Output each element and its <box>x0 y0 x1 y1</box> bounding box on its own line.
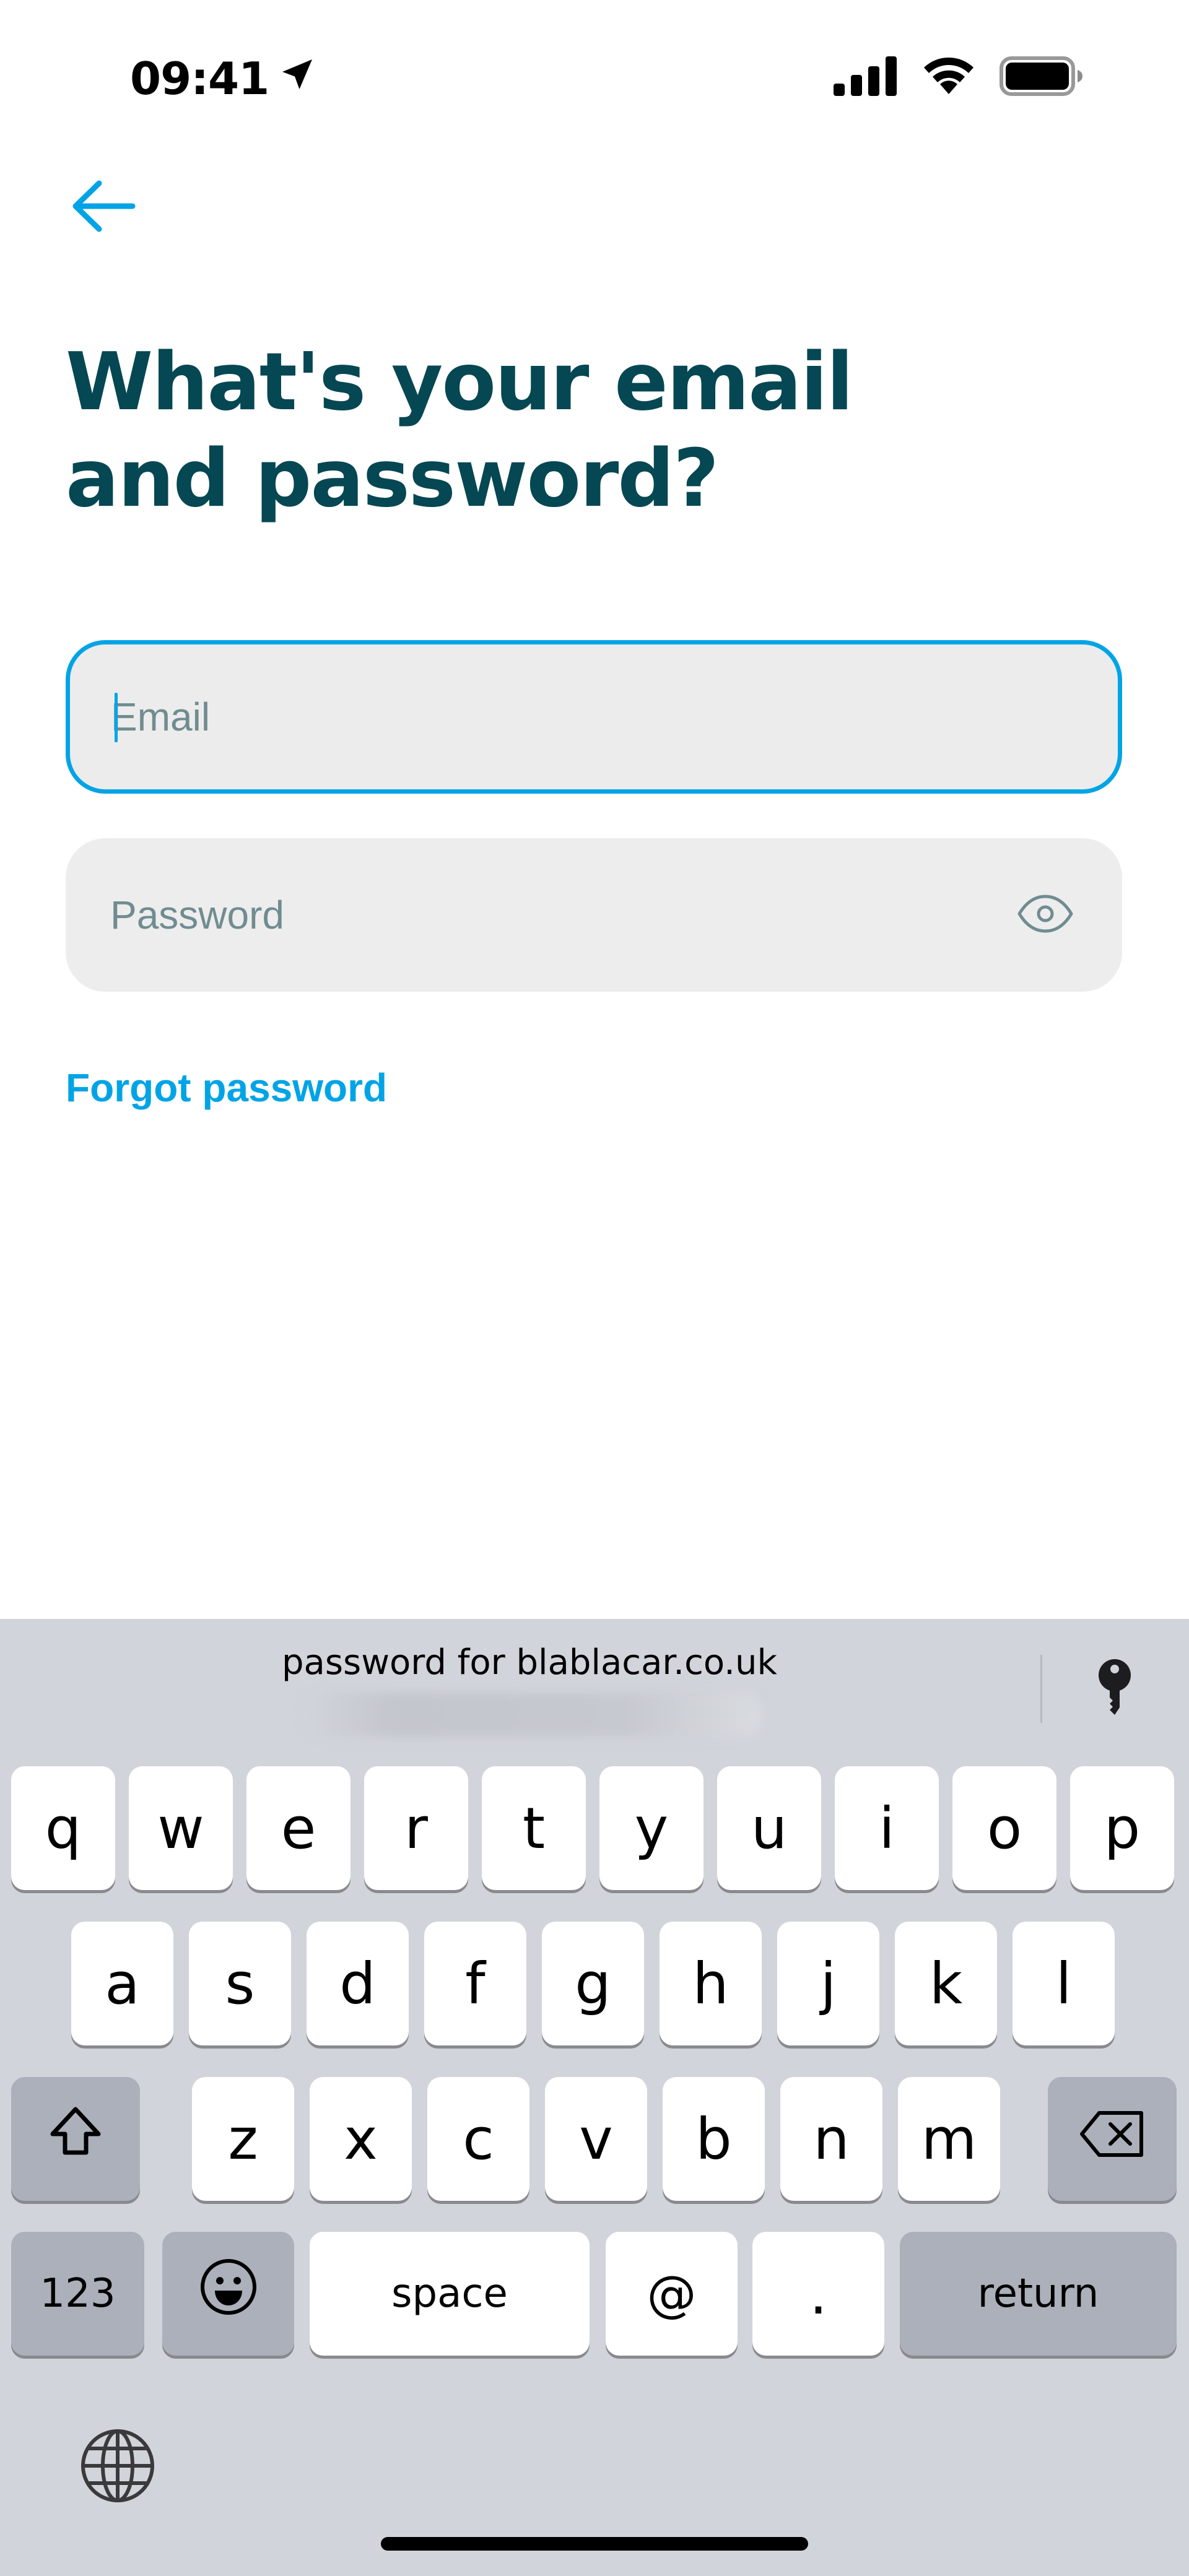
passwords-button[interactable] <box>1087 1653 1143 1727</box>
return-key[interactable]: return <box>900 2232 1177 2356</box>
key-f[interactable]: f <box>424 1922 526 2045</box>
page-title: What's your email and password? <box>66 334 1118 527</box>
emoji-key[interactable] <box>162 2232 294 2356</box>
key-e[interactable]: e <box>246 1766 351 1890</box>
space-key[interactable]: space <box>310 2232 590 2356</box>
emoji-icon <box>199 2257 258 2330</box>
battery-icon <box>1000 56 1084 99</box>
show-password-button[interactable] <box>1014 884 1076 946</box>
suggestion-blurred-account <box>303 1693 762 1737</box>
key-m[interactable]: m <box>898 2077 1000 2201</box>
page-title-line1: What's your email <box>66 336 853 428</box>
shift-key[interactable] <box>11 2077 140 2201</box>
status-icons <box>834 56 1084 100</box>
at-key[interactable]: @ <box>606 2232 738 2356</box>
key-h[interactable]: h <box>660 1922 762 2045</box>
shift-icon <box>48 2104 103 2174</box>
key-g[interactable]: g <box>542 1922 644 2045</box>
key-o[interactable]: o <box>952 1766 1056 1890</box>
key-b[interactable]: b <box>663 2077 765 2201</box>
key-q[interactable]: q <box>11 1766 115 1890</box>
password-field[interactable] <box>66 838 1122 992</box>
key-u[interactable]: u <box>717 1766 821 1890</box>
delete-icon <box>1078 2106 1146 2172</box>
key-icon <box>1095 1658 1135 1723</box>
back-arrow-icon <box>69 178 137 237</box>
key-k[interactable]: k <box>895 1922 997 2045</box>
key-a[interactable]: a <box>71 1922 173 2045</box>
key-s[interactable]: s <box>189 1922 291 2045</box>
page-title-line2: and password? <box>66 433 719 525</box>
key-p[interactable]: p <box>1070 1766 1174 1890</box>
password-suggestion[interactable]: password for blablacar.co.uk <box>282 1642 777 1683</box>
location-arrow-icon <box>277 53 317 105</box>
eye-icon <box>1016 892 1075 939</box>
wifi-icon <box>920 56 977 100</box>
globe-button[interactable] <box>74 2424 161 2510</box>
globe-icon <box>79 2427 156 2507</box>
key-w[interactable]: w <box>129 1766 233 1890</box>
key-l[interactable]: l <box>1013 1922 1115 2045</box>
numbers-key[interactable]: 123 <box>11 2232 144 2356</box>
status-time: 09:41 <box>130 51 317 106</box>
password-input[interactable] <box>66 891 1122 939</box>
key-c[interactable]: c <box>427 2077 529 2201</box>
delete-key[interactable] <box>1048 2077 1177 2201</box>
key-j[interactable]: j <box>777 1922 879 2045</box>
key-r[interactable]: r <box>364 1766 468 1890</box>
home-indicator[interactable] <box>381 2537 808 2551</box>
signal-icon <box>834 56 898 99</box>
key-i[interactable]: i <box>835 1766 939 1890</box>
key-d[interactable]: d <box>307 1922 409 2045</box>
forgot-password-link[interactable]: Forgot password <box>66 1065 387 1111</box>
dot-key[interactable]: . <box>752 2232 884 2356</box>
status-time-text: 09:41 <box>130 53 269 105</box>
key-z[interactable]: z <box>192 2077 294 2201</box>
key-n[interactable]: n <box>780 2077 882 2201</box>
email-field[interactable] <box>66 640 1122 794</box>
key-x[interactable]: x <box>310 2077 412 2201</box>
suggestion-divider <box>1040 1655 1042 1723</box>
back-button[interactable] <box>69 173 150 241</box>
email-input[interactable] <box>70 693 1118 740</box>
key-v[interactable]: v <box>545 2077 647 2201</box>
password-suggestion-bar: password for blablacar.co.uk <box>0 1619 1189 1743</box>
text-caret <box>115 693 118 742</box>
key-y[interactable]: y <box>599 1766 703 1890</box>
key-t[interactable]: t <box>482 1766 586 1890</box>
